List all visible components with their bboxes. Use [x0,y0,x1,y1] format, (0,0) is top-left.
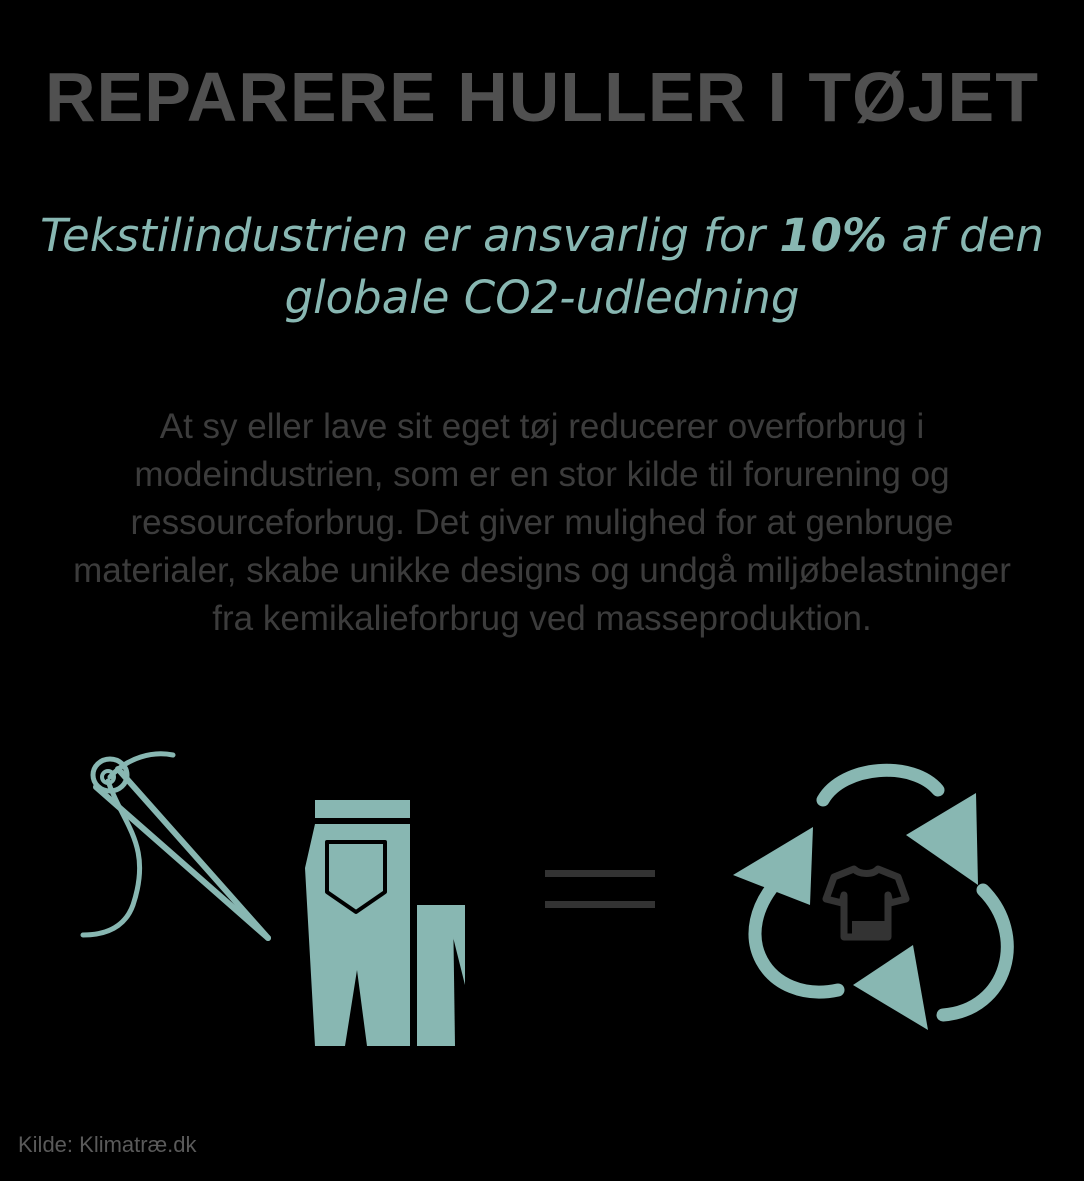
page-title: REPARERE HULLER I TØJET [44,58,1039,136]
subtitle: Tekstilindustrien er ansvarlig for 10% a… [40,205,1044,329]
jeans-icon [305,800,465,1046]
subtitle-highlight: 10% [779,209,888,262]
recycle-shirt-icon [733,763,1014,1030]
needle-thread-icon [80,751,271,941]
body-paragraph: At sy eller lave sit eget tøj reducerer … [73,407,1011,638]
source-credit: Kilde: Klimatræ.dk [18,1132,197,1157]
infographic-page: REPARERE HULLER I TØJET Tekstilindustrie… [0,0,1084,1181]
subtitle-text: Tekstilindustrien er ansvarlig for [40,209,780,262]
equals-icon [545,870,655,908]
